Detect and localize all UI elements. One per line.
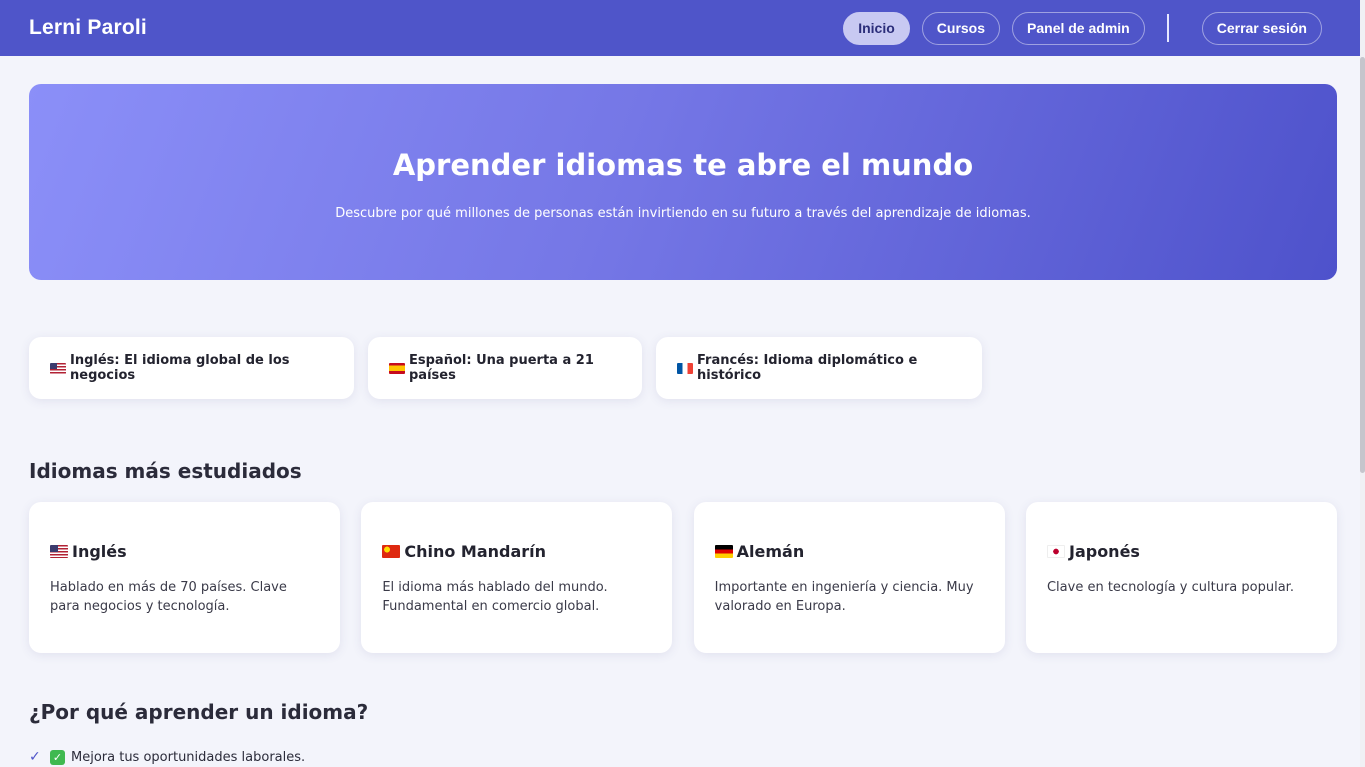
brand-logo[interactable]: Lerni Paroli [29, 16, 147, 40]
language-card-mandarin[interactable]: Chino Mandarín El idioma más hablado del… [361, 502, 673, 653]
languages-grid: Inglés Hablado en más de 70 países. Clav… [29, 502, 1337, 653]
language-card-english[interactable]: Inglés Hablado en más de 70 países. Clav… [29, 502, 340, 653]
language-card-title: Alemán [714, 542, 984, 561]
us-flag-icon [50, 545, 68, 558]
feature-card-english[interactable]: Inglés: El idioma global de los negocios [29, 337, 354, 399]
language-name: Japonés [1068, 542, 1140, 561]
green-check-box-icon: ✓ [50, 749, 65, 765]
feature-card-spanish[interactable]: Español: Una puerta a 21 países [368, 337, 642, 399]
nav-inicio-button[interactable]: Inicio [843, 11, 910, 45]
language-card-title: Japonés [1046, 542, 1316, 561]
japan-flag-icon [1046, 545, 1065, 558]
germany-flag-icon [714, 545, 733, 558]
language-description: Hablado en más de 70 países. Clave para … [50, 580, 287, 614]
language-description: Importante en ingeniería y ciencia. Muy … [714, 580, 974, 614]
nav-divider [1166, 14, 1169, 42]
language-card-german[interactable]: Alemán Importante en ingeniería y cienci… [693, 502, 1005, 653]
feature-label: Español: Una puerta a 21 países [409, 353, 594, 383]
top-navbar: Lerni Paroli Inicio Cursos Panel de admi… [0, 0, 1365, 56]
nav-cursos-button[interactable]: Cursos [921, 11, 1001, 45]
nav-menu: Inicio Cursos Panel de admin Cerrar sesi… [831, 11, 1322, 45]
check-mark-icon: ✓ [29, 749, 41, 765]
benefits-list: ✓ ✓ Mejora tus oportunidades laborales. [29, 748, 305, 766]
language-description: El idioma más hablado del mundo. Fundame… [382, 580, 608, 614]
page-scrollbar[interactable] [1360, 0, 1365, 767]
benefit-label: Mejora tus oportunidades laborales. [71, 749, 306, 765]
china-flag-icon [382, 545, 401, 558]
logout-button[interactable]: Cerrar sesión [1201, 11, 1322, 45]
spain-flag-icon [389, 362, 405, 374]
feature-label: Inglés: El idioma global de los negocios [70, 353, 290, 383]
language-name: Alemán [736, 542, 805, 561]
feature-label: Francés: Idioma diplomático e histórico [697, 353, 918, 383]
language-card-title: Inglés [50, 542, 319, 561]
language-name: Chino Mandarín [404, 542, 547, 561]
language-card-japanese[interactable]: Japonés Clave en tecnología y cultura po… [1025, 502, 1337, 653]
language-name: Inglés [72, 542, 127, 561]
hero-subtitle: Descubre por qué millones de personas es… [335, 206, 1031, 221]
france-flag-icon [677, 362, 693, 374]
us-flag-icon [50, 362, 66, 374]
feature-cards: Inglés: El idioma global de los negocios… [29, 337, 996, 399]
nav-admin-panel-button[interactable]: Panel de admin [1012, 11, 1145, 45]
list-item: ✓ ✓ Mejora tus oportunidades laborales. [29, 748, 305, 766]
language-card-title: Chino Mandarín [382, 542, 651, 561]
language-description: Clave en tecnología y cultura popular. [1046, 580, 1294, 595]
hero-title: Aprender idiomas te abre el mundo [392, 148, 974, 182]
scrollbar-thumb[interactable] [1360, 57, 1365, 473]
feature-card-french[interactable]: Francés: Idioma diplomático e histórico [656, 337, 982, 399]
hero-banner: Aprender idiomas te abre el mundo Descub… [29, 84, 1337, 280]
languages-section-title: Idiomas más estudiados [29, 459, 302, 483]
why-section-title: ¿Por qué aprender un idioma? [29, 700, 369, 724]
